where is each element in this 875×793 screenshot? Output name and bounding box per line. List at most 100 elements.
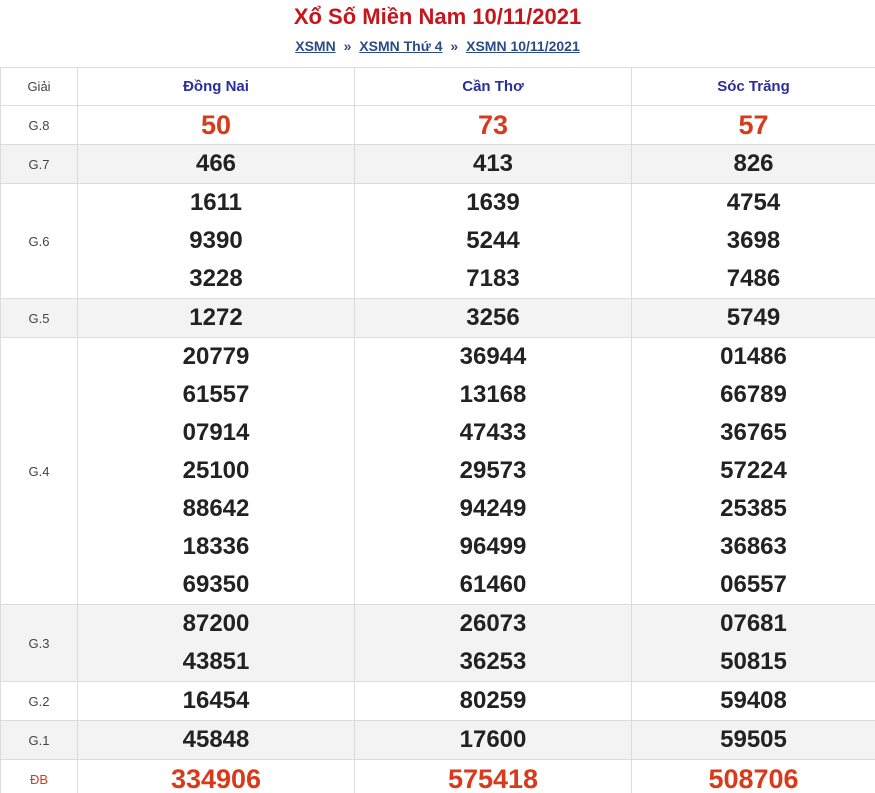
prize-cell-c-n-th-: 26073 36253 (354, 604, 632, 682)
page-title: Xổ Số Miền Nam 10/11/2021 (293, 4, 582, 29)
province-header-dong-nai: Đồng Nai (77, 67, 355, 106)
prize-cell-s-c-tr-ng: 826 (631, 144, 875, 184)
lottery-number: 9390 (189, 227, 243, 254)
lottery-number: 66789 (720, 381, 787, 408)
lottery-number: 36765 (720, 419, 787, 446)
results-table: Giải Đồng Nai Cần Thơ Sóc Trăng G.8 50 73 5… (0, 67, 875, 793)
lottery-number: 96499 (459, 533, 527, 560)
breadcrumb: XSMN » XSMN Thứ 4 » XSMN 10/11/2021 (0, 38, 875, 54)
lottery-number: 07681 (720, 610, 787, 637)
lottery-number: 1272 (189, 304, 243, 331)
breadcrumb-separator: » (343, 38, 352, 54)
lottery-number: 43851 (182, 648, 250, 675)
prize-cell-c-n-th-: 3256 (354, 298, 632, 338)
lottery-number: 466 (195, 150, 237, 177)
lottery-number: 01486 (720, 343, 787, 370)
lottery-number: 36253 (459, 648, 527, 675)
lottery-number: 80259 (459, 687, 527, 714)
prize-cell-d-ng-nai: 466 (77, 144, 355, 184)
lottery-number: 25100 (182, 457, 250, 484)
lottery-number: 1639 (466, 189, 520, 216)
province-header-can-tho: Cần Thơ (354, 67, 632, 106)
prize-row-g5: G.5 1272 3256 5749 (0, 298, 875, 338)
prize-cell-c-n-th-: 575418 (354, 759, 632, 793)
prize-row-g7: G.7 466 413 826 (0, 144, 875, 184)
lottery-number: 3256 (466, 304, 520, 331)
lottery-number: 334906 (170, 764, 262, 793)
prize-row-db: ĐB 334906 575418 508706 (0, 759, 875, 793)
lottery-number: 25385 (720, 495, 787, 522)
lottery-number: 16454 (182, 687, 250, 714)
lottery-number: 57 (738, 110, 769, 140)
breadcrumb-separator: » (450, 38, 459, 54)
prize-cell-c-n-th-: 1639 5244 7183 (354, 183, 632, 299)
lottery-number: 59505 (720, 726, 787, 753)
lottery-number: 18336 (182, 533, 250, 560)
breadcrumb-link-xsmn[interactable]: XSMN (295, 38, 335, 54)
lottery-number: 4754 (726, 189, 781, 216)
table-header-row: Giải Đồng Nai Cần Thơ Sóc Trăng (0, 67, 875, 106)
prize-cell-d-ng-nai: 20779 61557 07914 25100 88642 18336 69350 (77, 337, 355, 605)
prize-row-g2: G.2 16454 80259 59408 (0, 681, 875, 721)
results-body: G.8 50 73 57 G.7 466 413 826 G.6 1611 9390 3228 1639… (0, 105, 875, 793)
lottery-number: 7183 (466, 265, 520, 292)
lottery-number: 50815 (720, 648, 787, 675)
lottery-number: 50 (200, 110, 232, 140)
prize-row-g1: G.1 45848 17600 59505 (0, 720, 875, 760)
prize-row-g8: G.8 50 73 57 (0, 105, 875, 145)
prize-label: ĐB (0, 759, 78, 793)
prize-cell-d-ng-nai: 45848 (77, 720, 355, 760)
prize-cell-c-n-th-: 36944 13168 47433 29573 94249 96499 61460 (354, 337, 632, 605)
page-header: Xổ Số Miền Nam 10/11/2021 XSMN » XSMN Th… (0, 0, 875, 67)
prize-cell-d-ng-nai: 16454 (77, 681, 355, 721)
lottery-number: 61460 (459, 571, 527, 598)
lottery-number: 69350 (182, 571, 250, 598)
lottery-number: 508706 (708, 764, 799, 793)
lottery-number: 3698 (726, 227, 781, 254)
lottery-number: 57224 (720, 457, 787, 484)
prize-cell-d-ng-nai: 87200 43851 (77, 604, 355, 682)
prize-cell-d-ng-nai: 1272 (77, 298, 355, 338)
prize-label: G.4 (0, 337, 78, 605)
lottery-number: 29573 (459, 457, 527, 484)
lottery-number: 45848 (182, 726, 250, 753)
prize-label: G.7 (0, 144, 78, 184)
lottery-number: 94249 (459, 495, 527, 522)
lottery-number: 413 (472, 150, 514, 177)
lottery-number: 06557 (720, 571, 787, 598)
lottery-number: 88642 (182, 495, 250, 522)
breadcrumb-link-xsmn-thu-4[interactable]: XSMN Thứ 4 (359, 38, 442, 54)
prize-cell-s-c-tr-ng: 59408 (631, 681, 875, 721)
lottery-number: 59408 (720, 687, 787, 714)
prize-cell-s-c-tr-ng: 4754 3698 7486 (631, 183, 875, 299)
province-header-soc-trang: Sóc Trăng (631, 67, 875, 106)
lottery-number: 17600 (459, 726, 527, 753)
prize-cell-c-n-th-: 413 (354, 144, 632, 184)
prize-row-g6: G.6 1611 9390 3228 1639 5244 7183 4754 3698 7486 (0, 183, 875, 299)
prize-cell-s-c-tr-ng: 57 (631, 105, 875, 145)
prize-label: G.6 (0, 183, 78, 299)
lottery-number: 73 (477, 110, 509, 140)
prize-row-g4: G.4 20779 61557 07914 25100 88642 18336 69350 36… (0, 337, 875, 605)
prize-cell-d-ng-nai: 334906 (77, 759, 355, 793)
prize-label: G.8 (0, 105, 78, 145)
prize-cell-s-c-tr-ng: 5749 (631, 298, 875, 338)
prize-cell-c-n-th-: 80259 (354, 681, 632, 721)
prize-label: G.3 (0, 604, 78, 682)
prize-row-g3: G.3 87200 43851 26073 36253 07681 50815 (0, 604, 875, 682)
prize-cell-d-ng-nai: 1611 9390 3228 (77, 183, 355, 299)
prize-label: G.5 (0, 298, 78, 338)
prize-cell-c-n-th-: 73 (354, 105, 632, 145)
lottery-number: 87200 (182, 610, 250, 637)
prize-cell-c-n-th-: 17600 (354, 720, 632, 760)
lottery-number: 575418 (447, 764, 539, 793)
lottery-number: 826 (733, 150, 774, 177)
prize-cell-d-ng-nai: 50 (77, 105, 355, 145)
lottery-number: 13168 (459, 381, 527, 408)
lottery-number: 61557 (182, 381, 250, 408)
lottery-number: 47433 (459, 419, 527, 446)
lottery-number: 7486 (726, 265, 781, 292)
prize-cell-s-c-tr-ng: 508706 (631, 759, 875, 793)
breadcrumb-link-xsmn-date[interactable]: XSMN 10/11/2021 (466, 38, 580, 54)
prize-label: G.2 (0, 681, 78, 721)
